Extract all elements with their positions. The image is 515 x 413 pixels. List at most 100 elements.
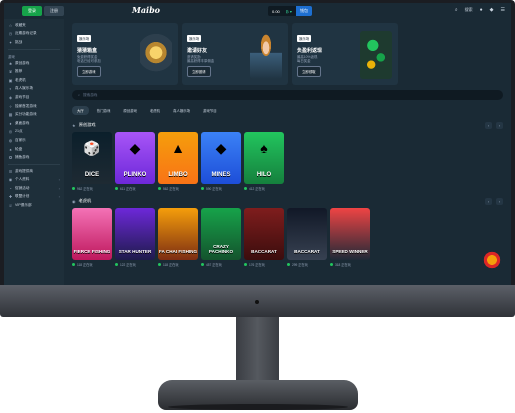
game-card[interactable]: BACCARAT 299 正在玩 <box>287 208 327 267</box>
game-thumbnail[interactable]: BACCARAT <box>244 208 284 260</box>
tab-0[interactable]: 大厅 <box>72 106 89 115</box>
players-count: 318 正在玩 <box>330 262 370 267</box>
game-card[interactable]: BACCARAT 176 正在玩 <box>244 208 284 267</box>
game-card[interactable]: CRAZY PACHINKO 457 正在玩 <box>201 208 241 267</box>
game-card[interactable]: ◆ MINES 590 正在玩 <box>201 132 241 191</box>
game-card[interactable]: FA CHAI FISHING 118 正在玩 <box>158 208 198 267</box>
game-thumbnail[interactable]: FA CHAI FISHING <box>158 208 198 260</box>
game-thumbnail[interactable]: ▲ LIMBO <box>158 132 198 184</box>
game-card[interactable]: ◆ PLINKO 611 正在玩 <box>115 132 155 191</box>
user-icon[interactable]: ● <box>480 7 483 13</box>
floating-promo-icon[interactable] <box>481 248 503 272</box>
sidebar-item[interactable]: ✚ 联盟计划 › <box>4 193 64 202</box>
game-card[interactable]: ▲ LIMBO 562 正在玩 <box>158 132 198 191</box>
game-name: BACCARAT <box>251 249 277 254</box>
sidebar-item-icon: ◍ <box>8 137 13 143</box>
sidebar-item[interactable]: ☆ 收藏夹 <box>4 21 64 30</box>
game-name: STAR HUNTER <box>118 249 152 254</box>
tab-2[interactable]: 原创游戏 <box>118 106 142 115</box>
game-card[interactable]: 🎲 DICE 962 正在玩 <box>72 132 112 191</box>
notification-icon[interactable]: ◆ <box>490 7 494 13</box>
sidebar-item[interactable]: ♠ 轮盘 <box>4 145 64 154</box>
register-button[interactable]: 注册 <box>44 6 64 16</box>
wallet-button[interactable]: 钱包 <box>296 6 312 16</box>
menu-icon[interactable]: ☰ <box>501 7 505 13</box>
sidebar-item[interactable]: ◎ 21点 <box>4 128 64 137</box>
sidebar-item[interactable]: ◈ 游戏节目 <box>4 93 64 102</box>
online-dot-icon <box>201 263 204 266</box>
players-count: 118 正在玩 <box>158 262 198 267</box>
sidebar-item[interactable]: ♛ 推荐 <box>4 67 64 76</box>
next-arrow-icon[interactable]: › <box>496 197 503 205</box>
game-name: MINES <box>211 172 231 178</box>
sidebar-item[interactable]: ◔ 促销活动 › <box>4 184 64 193</box>
tab-3[interactable]: 老虎机 <box>145 106 165 115</box>
sidebar-item[interactable]: ♕ VIP俱乐部 <box>4 201 64 210</box>
sidebar-item[interactable]: ▣ 老虎机 <box>4 76 64 85</box>
sidebar-item[interactable]: ☰ 游戏提供商 <box>4 167 64 176</box>
game-thumbnail[interactable]: ♠ HILO <box>244 132 284 184</box>
game-thumbnail[interactable]: 🎲 DICE <box>72 132 112 184</box>
currency-select[interactable]: ₿ ▾ <box>286 9 292 14</box>
sidebar-item-icon: ☰ <box>8 168 13 174</box>
category-tabs: 大厅 热门游戏 原创游戏 老虎机 真人娱乐场 游戏节目 <box>72 106 503 115</box>
game-card[interactable]: FIERCE FISHING 118 正在玩 <box>72 208 112 267</box>
sidebar-item[interactable]: ♦ 桌面游戏 <box>4 119 64 128</box>
game-thumbnail[interactable]: FIERCE FISHING <box>72 208 112 260</box>
sidebar-item-label: 挑战 <box>15 39 23 44</box>
promo-cta-button[interactable]: 立即邀请 <box>187 66 211 77</box>
game-thumbnail[interactable]: ◆ MINES <box>201 132 241 184</box>
promo-cta-button[interactable]: 立即游戏 <box>77 66 101 77</box>
game-thumbnail[interactable]: STAR HUNTER <box>115 208 155 260</box>
sidebar-item[interactable]: ✪ 捕鱼游戏 <box>4 153 64 162</box>
promo-card-mystery-box[interactable]: 娱乐场 猜猜箱盒 免费获得奖金 电话已经可参加 立即游戏 <box>72 23 178 85</box>
game-card[interactable]: SPEED WINNER 318 正在玩 <box>330 208 370 267</box>
search-label[interactable]: 搜索 <box>465 7 473 13</box>
tab-1[interactable]: 热门游戏 <box>92 106 116 115</box>
sidebar-item[interactable]: ✧ 独家首发游戏 <box>4 102 64 111</box>
game-search-input[interactable]: ⌕ 搜索游戏 <box>72 90 503 100</box>
next-arrow-icon[interactable]: › <box>496 121 503 129</box>
sidebar-item[interactable]: ◍ 百家乐 <box>4 136 64 145</box>
online-dot-icon <box>330 263 333 266</box>
game-name: DICE <box>84 172 100 178</box>
promo-card-invite[interactable]: 娱乐场 邀请好友 邀请奖励 最高获得丰厚佣金 立即邀请 <box>182 23 288 85</box>
login-button[interactable]: 登录 <box>22 6 42 16</box>
prev-arrow-icon[interactable]: ‹ <box>485 121 492 129</box>
tab-5[interactable]: 游戏节目 <box>198 106 222 115</box>
sidebar-item-label: 老虎机 <box>15 77 26 82</box>
sidebar-item[interactable]: ♣ 原创游戏 <box>4 59 64 68</box>
search-icon[interactable]: ⌕ <box>455 7 458 13</box>
site-logo[interactable]: Maibo <box>132 5 160 15</box>
online-dot-icon <box>201 187 204 190</box>
players-count: 176 正在玩 <box>244 262 284 267</box>
slot-icon: ◉ <box>72 198 76 204</box>
sidebar-item-icon: ♕ <box>8 203 13 209</box>
sidebar-item-label: 轮盘 <box>15 146 23 151</box>
sidebar-item[interactable]: ◷ 近期游戏记录 <box>4 30 64 39</box>
players-count-text: 176 正在玩 <box>249 263 265 267</box>
sidebar-item[interactable]: ◉ 个人资料 › <box>4 176 64 185</box>
top-right-actions: ⌕ 搜索 ● ◆ ☰ <box>455 7 505 13</box>
game-card[interactable]: ♠ HILO 412 正在玩 <box>244 132 284 191</box>
sidebar-item[interactable]: ✦ 挑战 <box>4 38 64 47</box>
promo-cta-button[interactable]: 立即领取 <box>297 66 321 77</box>
players-count-text: 562 正在玩 <box>163 187 179 191</box>
section-title: 原创游戏 <box>78 122 96 127</box>
sidebar-item-label: 21点 <box>15 129 23 134</box>
sidebar-item[interactable]: ▦ 买分功能游戏 <box>4 110 64 119</box>
game-thumbnail[interactable]: ◆ PLINKO <box>115 132 155 184</box>
game-thumbnail[interactable]: SPEED WINNER <box>330 208 370 260</box>
prev-arrow-icon[interactable]: ‹ <box>485 197 492 205</box>
sidebar-item-icon: ✪ <box>8 155 13 161</box>
game-name: FIERCE FISHING <box>73 249 111 254</box>
star-icon: ★ <box>72 122 76 128</box>
game-thumbnail[interactable]: CRAZY PACHINKO <box>201 208 241 260</box>
sidebar-item[interactable]: ◐ 真人娱乐场 <box>4 85 64 94</box>
promo-card-cashback[interactable]: 娱乐场 负盈利返现 最高10%返现 每日奖金 立即领取 <box>292 23 398 85</box>
tab-4[interactable]: 真人娱乐场 <box>168 106 195 115</box>
sidebar-item-icon: ♦ <box>9 120 12 126</box>
game-card[interactable]: STAR HUNTER 122 正在玩 <box>115 208 155 267</box>
game-thumbnail[interactable]: BACCARAT <box>287 208 327 260</box>
online-dot-icon <box>72 263 75 266</box>
